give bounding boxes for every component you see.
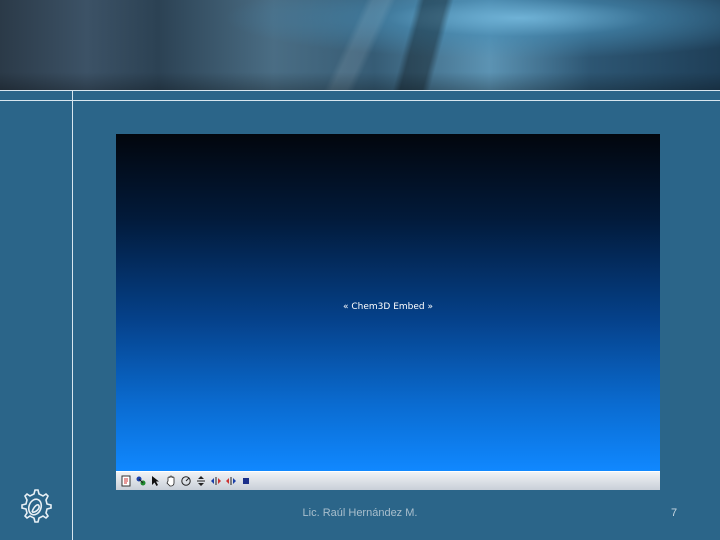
header-banner-image (0, 0, 720, 90)
page-icon[interactable] (120, 475, 132, 487)
chem3d-toolbar (116, 471, 660, 490)
model-icon[interactable] (135, 475, 147, 487)
header-rule-top (0, 90, 720, 91)
rotate-icon[interactable] (180, 475, 192, 487)
embed-label: « Chem3D Embed » (343, 302, 433, 312)
arrow-icon[interactable] (150, 475, 162, 487)
author-footer: Lic. Raúl Hernández M. (302, 507, 418, 519)
hand-icon[interactable] (165, 475, 177, 487)
move-right-icon[interactable] (225, 475, 237, 487)
stop-icon[interactable] (240, 475, 252, 487)
move-left-icon[interactable] (210, 475, 222, 487)
chem3d-embed-view[interactable]: « Chem3D Embed » (116, 134, 660, 471)
left-margin-rule (72, 91, 73, 540)
zoom-icon[interactable] (195, 475, 207, 487)
gear-logo-icon (21, 489, 52, 523)
header-rule-bottom (0, 100, 720, 101)
page-number: 7 (670, 507, 678, 519)
